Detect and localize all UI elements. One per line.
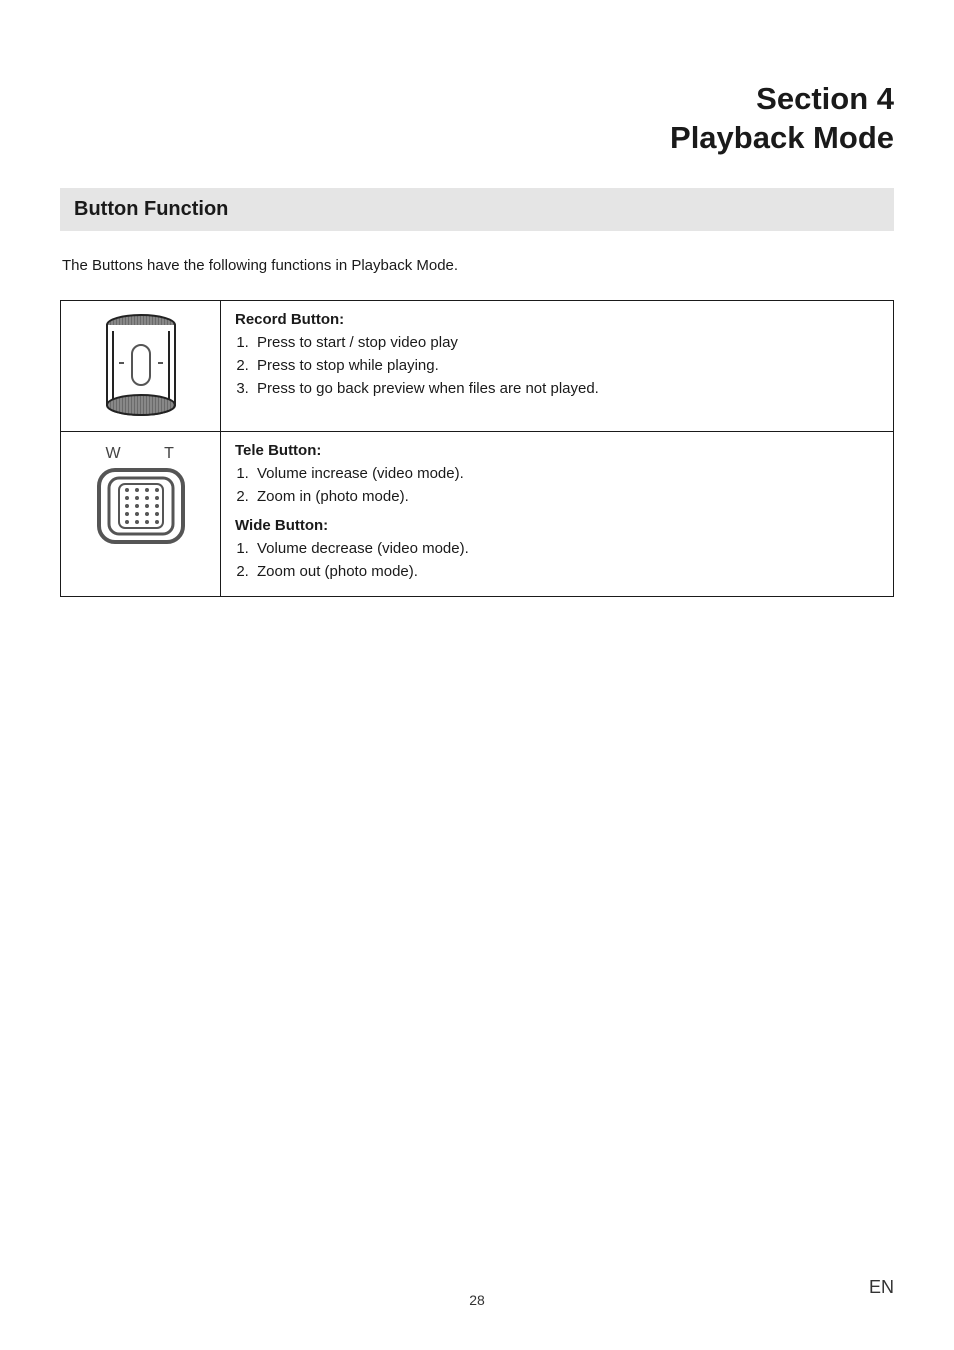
wide-list: Volume decrease (video mode). Zoom out (… (235, 540, 879, 580)
lang-indicator: EN (869, 1277, 894, 1298)
zoom-button-desc-cell: Tele Button: Volume increase (video mode… (221, 431, 894, 596)
footer: 28 EN (0, 1292, 954, 1308)
section-line2: Playback Mode (670, 120, 894, 155)
list-item: Volume increase (video mode). (253, 465, 879, 482)
section-line1: Section 4 (756, 81, 894, 116)
list-item: Press to go back preview when files are … (253, 380, 879, 397)
description-text: The Buttons have the following functions… (60, 257, 894, 274)
record-button-icon (104, 313, 178, 417)
tele-title: Tele Button: (235, 442, 879, 459)
t-label: T (164, 445, 174, 462)
tele-list: Volume increase (video mode). Zoom in (p… (235, 465, 879, 505)
table-row: Record Button: Press to start / stop vid… (61, 300, 894, 431)
w-label: W (105, 445, 121, 462)
record-list: Press to start / stop video play Press t… (235, 334, 879, 397)
list-item: Volume decrease (video mode). (253, 540, 879, 557)
list-item: Zoom out (photo mode). (253, 563, 879, 580)
record-button-icon-cell (61, 300, 221, 431)
table-row: W T Tele Button: Vol (61, 431, 894, 596)
buttons-table: Record Button: Press to start / stop vid… (60, 300, 894, 597)
zoom-button-icon: W T (93, 440, 189, 550)
list-item: Press to start / stop video play (253, 334, 879, 351)
list-item: Press to stop while playing. (253, 357, 879, 374)
zoom-button-icon-cell: W T (61, 431, 221, 596)
record-button-desc-cell: Record Button: Press to start / stop vid… (221, 300, 894, 431)
subsection-heading: Button Function (60, 188, 894, 231)
record-title: Record Button: (235, 311, 879, 328)
section-title: Section 4 Playback Mode (60, 80, 894, 158)
list-item: Zoom in (photo mode). (253, 488, 879, 505)
wide-title: Wide Button: (235, 517, 879, 534)
page-number: 28 (0, 1292, 954, 1308)
